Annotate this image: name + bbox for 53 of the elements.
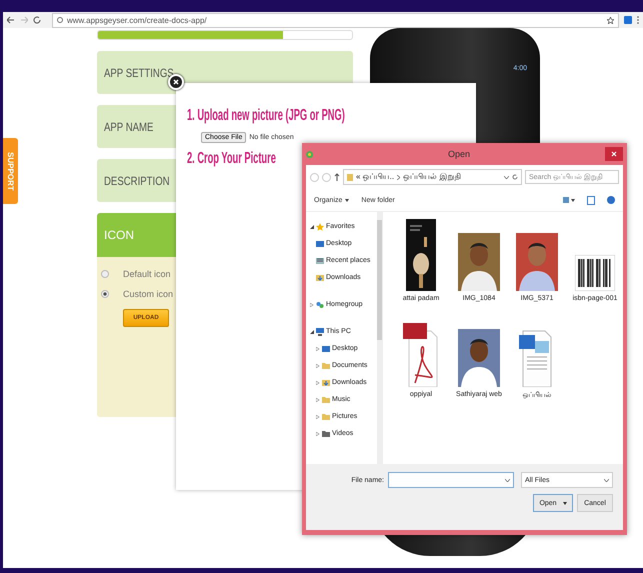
radio-button[interactable] (101, 270, 109, 278)
caret-icon (345, 198, 350, 202)
file-name-field[interactable] (388, 472, 514, 488)
folder-icon (322, 362, 330, 370)
download-folder-icon (316, 274, 324, 282)
caret-icon (604, 478, 609, 482)
star-icon (316, 222, 324, 230)
view-options-icon (563, 196, 575, 204)
barcode-icon (575, 255, 615, 291)
radio-label: Default icon (123, 269, 171, 279)
caret-icon (504, 176, 509, 178)
radio-button[interactable] (101, 290, 109, 298)
preview-pane-icon (587, 196, 595, 204)
folder-icon (322, 412, 330, 420)
scrollbar[interactable] (376, 212, 383, 464)
forward-icon (322, 172, 331, 182)
caret-icon (505, 478, 510, 482)
url-text: www.appsgeyser.com/create-docs-app/ (67, 16, 207, 24)
back-icon (7, 16, 15, 24)
step-heading: 1. Upload new picture (JPG or PNG) (187, 107, 345, 125)
step-heading: 2. Crop Your Picture (187, 150, 276, 168)
tree-arrow-icon[interactable] (310, 330, 314, 334)
up-arrow-icon (334, 173, 340, 181)
caret-icon (562, 502, 567, 504)
extension-icon (624, 16, 632, 24)
reload-icon (33, 16, 41, 24)
info-icon (57, 17, 63, 23)
star-icon (607, 16, 614, 24)
folder-icon (347, 173, 353, 181)
monitor-icon (322, 344, 330, 352)
close-icon (173, 79, 179, 85)
recent-places-icon (316, 256, 324, 264)
radio-label: Custom icon (123, 289, 174, 299)
browser-logo-icon (306, 150, 313, 158)
forward-icon (20, 16, 28, 24)
homegroup-icon (316, 300, 324, 308)
video-folder-icon (322, 430, 330, 438)
close-icon (611, 151, 617, 157)
address-breadcrumb[interactable]: « ஒப்பிய.. ஒப்பியல் இறுதி (343, 169, 522, 185)
tree-arrow-icon[interactable] (310, 224, 314, 228)
chevron-icon (397, 174, 400, 180)
dialog-title: Open (446, 149, 472, 159)
download-folder-icon (322, 378, 330, 386)
address-bar[interactable]: www.appsgeyser.com/create-docs-app/ (52, 12, 619, 28)
pdf-file-icon (403, 323, 439, 387)
folder-icon (322, 396, 330, 404)
help-icon (607, 196, 615, 204)
breadcrumb-item[interactable]: « ஒப்பிய.. (356, 172, 394, 182)
monitor-icon (316, 240, 324, 248)
back-icon (310, 172, 319, 182)
computer-icon (316, 328, 324, 336)
refresh-icon (512, 174, 518, 180)
breadcrumb-item[interactable]: ஒப்பியல் இறுதி (403, 172, 462, 182)
